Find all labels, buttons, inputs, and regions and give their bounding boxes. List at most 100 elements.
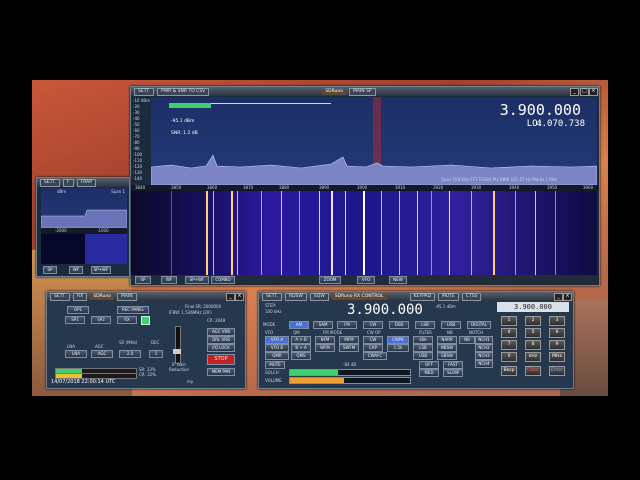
agc-vrb-button[interactable]: AGC VRB (207, 328, 235, 336)
sp-button[interactable]: SP (135, 276, 151, 284)
key-3[interactable]: 3 (549, 316, 565, 326)
step-value[interactable]: 100 kHz (265, 309, 281, 314)
key-2[interactable]: 2 (525, 316, 541, 326)
key-4[interactable]: 4 (501, 328, 517, 338)
maximize-icon[interactable]: □ (580, 88, 589, 96)
mute-button[interactable]: MUTE (265, 361, 285, 369)
cw-button[interactable]: CW (363, 336, 383, 344)
mode-am[interactable]: AM (289, 321, 309, 329)
settings-button[interactable]: SETT. (262, 292, 283, 301)
vfo-button[interactable]: VFO (357, 276, 375, 284)
mem-pan-button[interactable]: MEM PAN (207, 368, 235, 376)
key-7[interactable]: 7 (501, 340, 517, 350)
nch3-button[interactable]: NCH3 (475, 352, 493, 360)
qmr-button[interactable]: QMR (265, 352, 289, 360)
close-icon[interactable]: × (589, 88, 598, 96)
wf-button[interactable]: WF (69, 266, 83, 274)
secondary-spectrum[interactable]: dBm Span 1 (41, 188, 127, 228)
wf-button[interactable]: WF (161, 276, 177, 284)
new-button[interactable]: NEW (389, 276, 407, 284)
minimize-icon[interactable]: _ (554, 293, 563, 301)
rec-panel-button[interactable]: REC PANEL (117, 306, 149, 314)
waterfall-display[interactable] (131, 191, 597, 275)
key-enter[interactable]: Enter (549, 366, 565, 376)
sr-dropdown[interactable]: 2.0 (119, 350, 141, 358)
mfm-button[interactable]: MFM (339, 336, 359, 344)
mode-sam[interactable]: SAM (313, 321, 333, 329)
mode-cw[interactable]: CW (363, 321, 383, 329)
lsb-button[interactable]: LSB (413, 344, 433, 352)
key-5[interactable]: 5 (525, 328, 541, 338)
a-to-b-button[interactable]: A > B (291, 336, 311, 344)
close-icon[interactable]: × (563, 293, 572, 301)
key-6[interactable]: 6 (549, 328, 565, 338)
nch1-button[interactable]: NCH1 (475, 336, 493, 344)
iq-lock-button[interactable]: I/Q LOCK (207, 344, 235, 352)
nbsw-button[interactable]: NBSW (437, 344, 457, 352)
f-button[interactable]: F (63, 178, 74, 187)
mode-usb[interactable]: USB (441, 321, 461, 329)
vfo-a-button[interactable]: VFO A (265, 336, 289, 344)
key-8[interactable]: 8 (525, 340, 541, 350)
zoom-button[interactable]: ZOOM (319, 276, 341, 284)
ctcss-button[interactable]: CTSS (461, 292, 482, 301)
filter-1-5k[interactable]: 1.5k (387, 344, 409, 352)
frap-button[interactable]: FRAP (76, 178, 96, 187)
mode-digital[interactable]: DIGITAL (467, 321, 491, 329)
volume-slider[interactable] (289, 377, 411, 384)
swfm-button[interactable]: SWFM (339, 344, 359, 352)
drl-vrb-button[interactable]: DRL VRB (207, 336, 235, 344)
keypad-button[interactable]: KEYPAD (409, 292, 436, 301)
lna-selector[interactable]: LNA (65, 350, 87, 358)
lo-frequency[interactable]: 4.070.738 (536, 119, 585, 129)
vfo-b-button[interactable]: VFO B (265, 344, 289, 352)
wfm-button[interactable]: WFM (315, 344, 335, 352)
sp-wf-button[interactable]: SP+WF (185, 276, 209, 284)
minimize-icon[interactable]: _ (570, 88, 579, 96)
sp-button[interactable]: SP (43, 266, 57, 274)
secondary-waterfall[interactable] (41, 234, 127, 264)
agc-med-button[interactable]: MED (419, 369, 439, 377)
settings-button[interactable]: SETT. (50, 292, 71, 301)
key-clear[interactable]: Clear (525, 366, 541, 376)
key-backspace[interactable]: Bksp (501, 366, 517, 376)
filter-40k[interactable]: 40k (413, 336, 433, 344)
squelch-slider[interactable] (289, 369, 411, 376)
qms-button[interactable]: QMS (291, 352, 311, 360)
rx-button[interactable]: RX (73, 292, 88, 301)
key-mhz[interactable]: MHz (549, 352, 565, 362)
spectrum-display[interactable]: -95.1 dBm SNR: 1.2 dB 3.900.000 LO: 4.07… (151, 97, 597, 185)
slider-thumb[interactable] (173, 349, 181, 354)
nfm-button[interactable]: NFM (315, 336, 335, 344)
key-0[interactable]: 0 (501, 352, 517, 362)
sp2-button[interactable]: SP2 (91, 316, 111, 324)
agc-fast-button[interactable]: FAST (443, 361, 463, 369)
pwr-snr-csv-button[interactable]: PWR & SNR TO CSV (157, 87, 210, 96)
mode-lsb[interactable]: LSB (415, 321, 435, 329)
key-khz[interactable]: kHz (525, 352, 541, 362)
key-9[interactable]: 9 (549, 340, 565, 350)
stop-button[interactable]: STOP (207, 354, 235, 365)
key-1[interactable]: 1 (501, 316, 517, 326)
mode-fm[interactable]: FM (337, 321, 357, 329)
cap-button[interactable]: CAP (363, 344, 383, 352)
rx-frequency[interactable]: 3.900.000 (347, 302, 423, 318)
nch4-button[interactable]: NCH4 (475, 360, 493, 368)
close-icon[interactable]: × (235, 293, 244, 301)
agc-off-button[interactable]: OFF (419, 361, 439, 369)
usb-filter-button[interactable]: USB (413, 352, 433, 360)
agc-slow-button[interactable]: SLOW (443, 369, 463, 377)
combo-button[interactable]: COMBO (211, 276, 235, 284)
rx-button[interactable]: RX (117, 316, 137, 324)
sqw-button[interactable]: SQW (309, 292, 329, 301)
settings-button[interactable]: SETT. (40, 178, 61, 187)
agc-selector[interactable]: AGC (91, 350, 113, 358)
sp-wf-button[interactable]: SP+WF (91, 266, 111, 274)
settings-button[interactable]: SETT. (134, 87, 155, 96)
rdsw-button[interactable]: RDSW (285, 292, 307, 301)
dec-dropdown[interactable]: 1 (149, 350, 163, 358)
op1-button[interactable]: OP1 (67, 306, 89, 314)
mode-dsb[interactable]: DSB (389, 321, 409, 329)
nb-button[interactable]: NB (459, 336, 475, 344)
mute-toolbar-button[interactable]: MUTE (438, 292, 459, 301)
